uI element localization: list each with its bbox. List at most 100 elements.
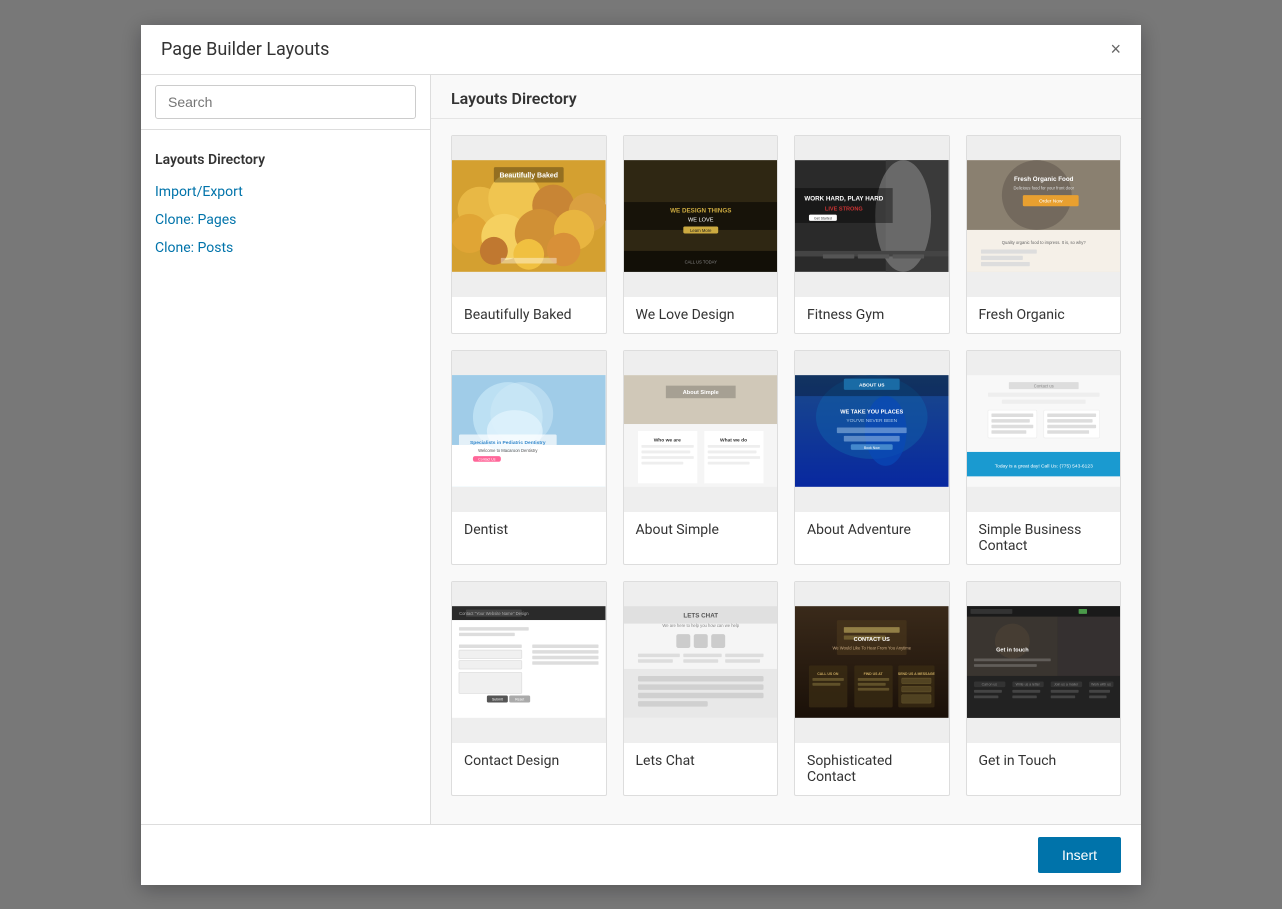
layout-card-get-in-touch[interactable]: Get in touch Call on us Write u bbox=[966, 581, 1122, 796]
svg-text:Contact Us: Contact Us bbox=[478, 457, 495, 461]
layout-label: About Simple bbox=[624, 511, 778, 548]
svg-text:About Simple: About Simple bbox=[682, 390, 718, 396]
layout-label: Fitness Gym bbox=[795, 296, 949, 333]
svg-text:Contact "Your Website Name" De: Contact "Your Website Name" Design bbox=[459, 611, 529, 616]
sidebar-item-clone-pages[interactable]: Clone: Pages bbox=[141, 206, 430, 234]
layout-card-contact-design[interactable]: Contact "Your Website Name" Design bbox=[451, 581, 607, 796]
svg-text:Specialists in Pediatric Denti: Specialists in Pediatric Dentistry bbox=[470, 440, 546, 446]
thumb-svg-sophisticated: CONTACT US We Would Like To Hear From Yo… bbox=[795, 582, 949, 742]
thumb-svg-about-simple: About Simple Who we are What we do bbox=[624, 351, 778, 511]
layout-card-fresh-organic[interactable]: Fresh Organic Food Delicious food for yo… bbox=[966, 135, 1122, 334]
layout-label: About Adventure bbox=[795, 511, 949, 548]
thumb-svg-fitness: WORK HARD, PLAY HARD LIVE STRONG Get Sta… bbox=[795, 136, 949, 296]
svg-text:Write us a letter: Write us a letter bbox=[1015, 682, 1040, 686]
modal-footer: Insert bbox=[141, 824, 1141, 885]
layout-label: We Love Design bbox=[624, 296, 778, 333]
close-button[interactable]: × bbox=[1110, 40, 1121, 58]
svg-text:ABOUT US: ABOUT US bbox=[859, 382, 885, 388]
layout-label: Dentist bbox=[452, 511, 606, 548]
svg-text:Join us a mailer: Join us a mailer bbox=[1053, 682, 1078, 686]
thumb-svg-simple-contact: Contact us bbox=[967, 351, 1121, 511]
layout-card-dentist[interactable]: Specialists in Pediatric Dentistry Welco… bbox=[451, 350, 607, 565]
svg-text:WE TAKE YOU PLACES: WE TAKE YOU PLACES bbox=[840, 409, 903, 415]
svg-text:Learn More: Learn More bbox=[690, 228, 712, 233]
layout-card-fitness-gym[interactable]: WORK HARD, PLAY HARD LIVE STRONG Get Sta… bbox=[794, 135, 950, 334]
svg-text:Today is a great day! Call Us:: Today is a great day! Call Us: (775) 543… bbox=[994, 463, 1092, 469]
layout-card-sophisticated-contact[interactable]: CONTACT US We Would Like To Hear From Yo… bbox=[794, 581, 950, 796]
svg-text:We are here to help you how ca: We are here to help you how can we help bbox=[662, 623, 739, 628]
layout-thumb-sophisticated-contact: CONTACT US We Would Like To Hear From Yo… bbox=[795, 582, 949, 742]
svg-text:Submit: Submit bbox=[492, 697, 503, 701]
layout-card-beautifully-baked[interactable]: Beautifully Baked Beautifully Baked bbox=[451, 135, 607, 334]
layout-thumb-we-love-design: WE DESIGN THINGS WE LOVE Learn More CALL… bbox=[624, 136, 778, 296]
modal-header: Page Builder Layouts × bbox=[141, 25, 1141, 75]
layout-card-about-simple[interactable]: About Simple Who we are What we do bbox=[623, 350, 779, 565]
layout-thumb-about-simple: About Simple Who we are What we do bbox=[624, 351, 778, 511]
svg-text:Work with us: Work with us bbox=[1091, 682, 1111, 686]
svg-text:LIVE STRONG: LIVE STRONG bbox=[825, 206, 863, 212]
thumb-svg-lets-chat: LETS CHAT We are here to help you how ca… bbox=[624, 582, 778, 742]
sidebar-nav: Layouts Directory Import/Export Clone: P… bbox=[141, 130, 430, 262]
thumb-svg-baked: Beautifully Baked bbox=[452, 136, 606, 296]
thumb-svg-about-adventure: ABOUT US WE TAKE YOU PLACES YOU'VE NEVER… bbox=[795, 351, 949, 511]
layout-label: Fresh Organic bbox=[967, 296, 1121, 333]
sidebar-item-clone-posts[interactable]: Clone: Posts bbox=[141, 234, 430, 262]
layout-card-we-love-design[interactable]: WE DESIGN THINGS WE LOVE Learn More CALL… bbox=[623, 135, 779, 334]
svg-text:Fresh Organic Food: Fresh Organic Food bbox=[1013, 176, 1073, 183]
search-wrap bbox=[141, 75, 430, 130]
thumb-svg-organic: Fresh Organic Food Delicious food for yo… bbox=[967, 136, 1121, 296]
modal-overlay: Page Builder Layouts × Layouts Directory… bbox=[0, 0, 1282, 909]
svg-text:Delicious food for your front: Delicious food for your front door bbox=[1013, 185, 1074, 190]
layout-thumb-dentist: Specialists in Pediatric Dentistry Welco… bbox=[452, 351, 606, 511]
insert-button[interactable]: Insert bbox=[1038, 837, 1121, 873]
thumb-svg-get-in-touch: Get in touch Call on us Write u bbox=[967, 582, 1121, 742]
svg-text:We Would Like To Hear From You: We Would Like To Hear From You Anytime bbox=[832, 645, 911, 650]
thumb-svg-contact-design: Contact "Your Website Name" Design bbox=[452, 582, 606, 742]
layout-card-about-adventure[interactable]: ABOUT US WE TAKE YOU PLACES YOU'VE NEVER… bbox=[794, 350, 950, 565]
layout-thumb-fitness-gym: WORK HARD, PLAY HARD LIVE STRONG Get Sta… bbox=[795, 136, 949, 296]
svg-text:Call on us: Call on us bbox=[981, 682, 997, 686]
layout-thumb-beautifully-baked: Beautifully Baked bbox=[452, 136, 606, 296]
layout-thumb-about-adventure: ABOUT US WE TAKE YOU PLACES YOU'VE NEVER… bbox=[795, 351, 949, 511]
svg-text:Book Now: Book Now bbox=[864, 446, 880, 450]
layout-label: Lets Chat bbox=[624, 742, 778, 779]
search-input[interactable] bbox=[155, 85, 416, 119]
svg-text:Order Now: Order Now bbox=[1038, 198, 1062, 204]
layout-label: Sophisticated Contact bbox=[795, 742, 949, 795]
layout-thumb-fresh-organic: Fresh Organic Food Delicious food for yo… bbox=[967, 136, 1121, 296]
layout-label: Simple Business Contact bbox=[967, 511, 1121, 564]
sidebar-section-title: Layouts Directory bbox=[141, 146, 430, 178]
layout-label: Contact Design bbox=[452, 742, 606, 779]
svg-text:Beautifully Baked: Beautifully Baked bbox=[500, 172, 558, 179]
svg-text:WE LOVE: WE LOVE bbox=[688, 217, 714, 223]
svg-text:Who we are: Who we are bbox=[653, 437, 680, 443]
modal: Page Builder Layouts × Layouts Directory… bbox=[141, 25, 1141, 885]
grid-area: Beautifully Baked Beautifully Baked bbox=[431, 119, 1141, 812]
svg-text:Get Started: Get Started bbox=[814, 216, 832, 220]
svg-text:FIND US AT: FIND US AT bbox=[864, 672, 884, 676]
modal-title: Page Builder Layouts bbox=[161, 39, 329, 60]
content-header: Layouts Directory bbox=[431, 75, 1141, 119]
layout-thumb-get-in-touch: Get in touch Call on us Write u bbox=[967, 582, 1121, 742]
thumb-svg-dentist: Specialists in Pediatric Dentistry Welco… bbox=[452, 351, 606, 511]
svg-text:Get in touch: Get in touch bbox=[996, 647, 1029, 653]
svg-text:Welcome to Macaroon Dentistry: Welcome to Macaroon Dentistry bbox=[478, 447, 538, 452]
svg-text:CALL US TODAY: CALL US TODAY bbox=[684, 259, 717, 264]
svg-text:YOU'VE NEVER BEEN: YOU'VE NEVER BEEN bbox=[846, 417, 897, 423]
svg-text:LETS CHAT: LETS CHAT bbox=[683, 612, 718, 619]
svg-text:WORK HARD, PLAY HARD: WORK HARD, PLAY HARD bbox=[804, 195, 883, 202]
layout-thumb-contact-design: Contact "Your Website Name" Design bbox=[452, 582, 606, 742]
layout-thumb-simple-business-contact: Contact us bbox=[967, 351, 1121, 511]
layouts-grid: Beautifully Baked Beautifully Baked bbox=[451, 135, 1121, 796]
layout-card-lets-chat[interactable]: LETS CHAT We are here to help you how ca… bbox=[623, 581, 779, 796]
svg-text:SEND US A MESSAGE: SEND US A MESSAGE bbox=[898, 672, 936, 676]
svg-text:CONTACT US: CONTACT US bbox=[854, 637, 890, 643]
layout-label: Get in Touch bbox=[967, 742, 1121, 779]
layout-card-simple-business-contact[interactable]: Contact us bbox=[966, 350, 1122, 565]
layout-thumb-lets-chat: LETS CHAT We are here to help you how ca… bbox=[624, 582, 778, 742]
main-content: Layouts Directory bbox=[431, 75, 1141, 824]
layout-label: Beautifully Baked bbox=[452, 296, 606, 333]
svg-text:CALL US ON: CALL US ON bbox=[817, 672, 839, 676]
sidebar-item-import-export[interactable]: Import/Export bbox=[141, 178, 430, 206]
svg-text:What we do: What we do bbox=[719, 437, 746, 443]
